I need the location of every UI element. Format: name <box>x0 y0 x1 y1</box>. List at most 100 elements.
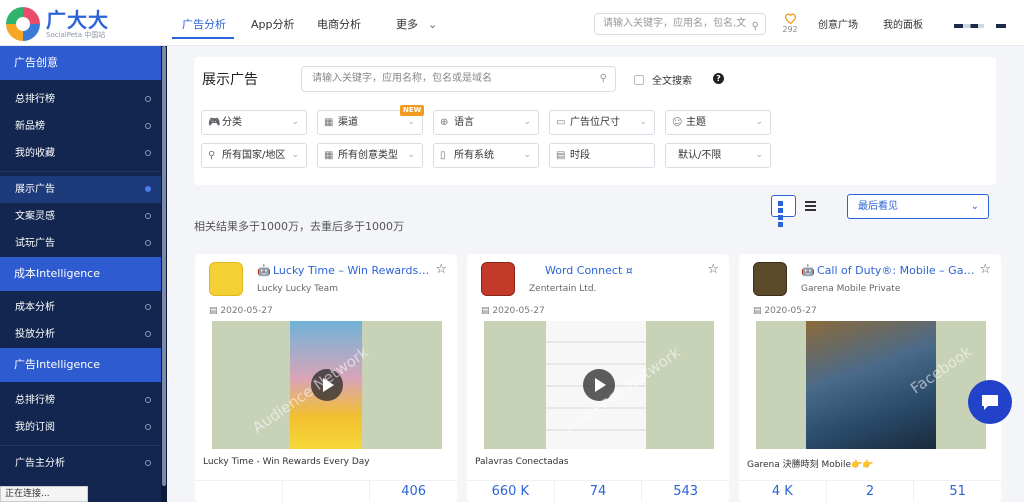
time-range-picker[interactable]: ▤ 时段 <box>549 143 655 168</box>
ad-search-input[interactable]: 请输入关键字，应用名称，包名或是域名 ⚲ <box>301 66 616 92</box>
sidebar-item-cost-analysis[interactable]: 成本分析 <box>0 294 161 321</box>
tab-app-analysis[interactable]: App分析 <box>251 16 295 32</box>
sidebar-item-label: 展示广告 <box>15 184 55 195</box>
chevron-down-icon: ⌄ <box>755 117 763 127</box>
app-name-link[interactable]: Call of Duty®: Mobile – Gare... <box>817 264 975 277</box>
fulltext-search-label: 全文搜索 <box>652 76 692 87</box>
star-icon[interactable]: ☆ <box>707 262 719 277</box>
sort-select[interactable]: 最后看见 ⌄ <box>847 194 989 219</box>
sidebar-divider <box>0 445 161 446</box>
list-view-button[interactable] <box>798 195 823 217</box>
sidebar-item-my-subscriptions[interactable]: 我的订阅 <box>0 414 161 441</box>
app-icon[interactable] <box>753 262 787 296</box>
sidebar-divider <box>0 171 161 172</box>
theme-select-label: 主题 <box>686 117 706 128</box>
stat-impressions: 4 K <box>739 481 827 502</box>
ad-video-preview[interactable]: Audience Network <box>212 321 442 449</box>
sidebar-section-cost-intelligence[interactable]: 成本Intelligence <box>0 257 161 291</box>
sidebar-scrollbar-thumb[interactable] <box>162 46 166 486</box>
channel-select-label: 渠道 <box>338 117 358 128</box>
sidebar-item-my-favorites[interactable]: 我的收藏 <box>0 140 161 167</box>
star-icon[interactable]: ☆ <box>979 262 991 277</box>
app-icon[interactable] <box>481 262 515 296</box>
ad-image-preview[interactable]: Facebook <box>756 321 986 449</box>
sidebar-item-playable-ads[interactable]: 试玩广告 <box>0 230 161 257</box>
sidebar-section-ad-intelligence[interactable]: 广告Intelligence <box>0 348 161 382</box>
help-icon[interactable]: ? <box>713 73 724 84</box>
language-select[interactable]: ⊕ 语言 ⌄ <box>433 110 539 135</box>
star-icon[interactable]: ☆ <box>435 262 447 277</box>
stat-days: 74 <box>555 481 643 502</box>
creative-plaza-link[interactable]: 创意广场 <box>818 16 858 31</box>
sidebar-section-ad-creative[interactable]: 广告创意 <box>0 46 161 80</box>
sidebar-item-label: 新品榜 <box>15 121 45 132</box>
theme-select[interactable]: ☺ 主题 ⌄ <box>665 110 771 135</box>
os-select[interactable]: ▯ 所有系统 ⌄ <box>433 143 539 168</box>
category-select[interactable]: 🎮 分类 ⌄ <box>201 110 307 135</box>
calendar-icon: ▤ <box>556 150 566 161</box>
ad-stats: 4 K 2 51 <box>739 480 1001 502</box>
country-select[interactable]: ⚲ 所有国家/地区 ⌄ <box>201 143 307 168</box>
globe-icon: ⊕ <box>440 117 449 128</box>
android-icon: 🤖 <box>257 264 271 277</box>
ad-card[interactable]: 🤖 Call of Duty®: Mobile – Gare... ☆ Gare… <box>739 254 1001 502</box>
favorites-button[interactable]: 292 <box>782 12 798 34</box>
app-name-link[interactable]: Word Connect ¤ <box>545 264 633 277</box>
sidebar-item-delivery-analysis[interactable]: 投放分析 <box>0 321 161 348</box>
radio-icon <box>145 331 151 337</box>
default-limit-select[interactable]: 默认/不限 ⌄ <box>665 143 771 168</box>
sidebar-item-label: 总排行榜 <box>15 395 55 406</box>
radio-icon <box>145 424 151 430</box>
gamepad-icon: 🎮 <box>208 117 221 128</box>
calendar-icon: ▤ <box>209 306 221 316</box>
search-icon[interactable]: ⚲ <box>752 17 759 34</box>
active-tab-indicator <box>172 37 234 39</box>
user-avatar[interactable] <box>954 24 984 28</box>
language-select-label: 语言 <box>454 117 474 128</box>
app-icon[interactable] <box>209 262 243 296</box>
sidebar-item-label: 我的订阅 <box>15 422 55 433</box>
sidebar-item-label: 文案灵感 <box>15 211 55 222</box>
chat-support-button[interactable] <box>968 380 1012 424</box>
ad-caption: Lucky Time - Win Rewards Every Day <box>203 457 370 467</box>
sort-select-label: 最后看见 <box>858 201 898 212</box>
ad-date-value: 2020-05-27 <box>492 306 545 316</box>
top-search-input[interactable]: 请输入关键字，应用名，包名,文 ⚲ <box>594 13 766 35</box>
sidebar-item-ad-total-ranking[interactable]: 总排行榜 <box>0 387 161 414</box>
stat-impressions <box>195 481 283 502</box>
checkbox-icon[interactable] <box>634 74 644 85</box>
search-icon[interactable]: ⚲ <box>600 67 607 91</box>
browser-status-bar: 正在连接... <box>0 486 88 502</box>
sidebar-item-copy-inspiration[interactable]: 文案灵感 <box>0 203 161 230</box>
sidebar-item-advertiser-analysis[interactable]: 广告主分析 <box>0 450 161 477</box>
ad-date-value: 2020-05-27 <box>220 306 273 316</box>
ad-card[interactable]: 🤖 Lucky Time – Win Rewards ... ☆ Lucky L… <box>195 254 457 502</box>
fulltext-search-checkbox[interactable]: 全文搜索 <box>634 72 692 87</box>
app-name-link[interactable]: Lucky Time – Win Rewards ... <box>273 264 431 277</box>
radio-icon <box>145 397 151 403</box>
ad-video-preview[interactable]: Audience Network <box>484 321 714 449</box>
category-select-label: 分类 <box>222 117 242 128</box>
brand-logo[interactable]: 广大大 SocialPeta 中国站 <box>6 7 109 41</box>
brand-subtitle: SocialPeta 中国站 <box>46 30 106 39</box>
developer-name: Garena Mobile Private <box>801 284 901 294</box>
page-scrollbar[interactable] <box>1016 46 1024 502</box>
grid-icon: ▦ <box>324 117 334 128</box>
sidebar-item-display-ads[interactable]: 展示广告 <box>0 176 161 203</box>
grid-view-button[interactable] <box>771 195 796 227</box>
ad-size-select[interactable]: ▭ 广告位尺寸 ⌄ <box>549 110 655 135</box>
sidebar-item-total-ranking[interactable]: 总排行榜 <box>0 86 161 113</box>
top-search-placeholder: 请输入关键字，应用名，包名,文 <box>603 18 747 29</box>
stat-heat: 406 <box>401 484 427 499</box>
sidebar-item-label: 我的收藏 <box>15 148 55 159</box>
creative-type-select[interactable]: ▦ 所有创意类型 ⌄ <box>317 143 423 168</box>
my-dashboard-link[interactable]: 我的面板 <box>883 16 923 31</box>
tab-ecommerce-analysis[interactable]: 电商分析 <box>317 16 361 32</box>
tab-more[interactable]: 更多 ⌄ <box>396 16 437 32</box>
tab-ad-analysis[interactable]: 广告分析 <box>182 16 226 32</box>
chevron-down-icon: ⌄ <box>523 117 531 127</box>
sidebar-item-new-products[interactable]: 新品榜 <box>0 113 161 140</box>
ad-card[interactable]: Word Connect ¤ ☆ Zentertain Ltd. ▤ 2020-… <box>467 254 729 502</box>
stat-days <box>283 481 371 502</box>
user-menu-icon[interactable] <box>996 24 1006 28</box>
